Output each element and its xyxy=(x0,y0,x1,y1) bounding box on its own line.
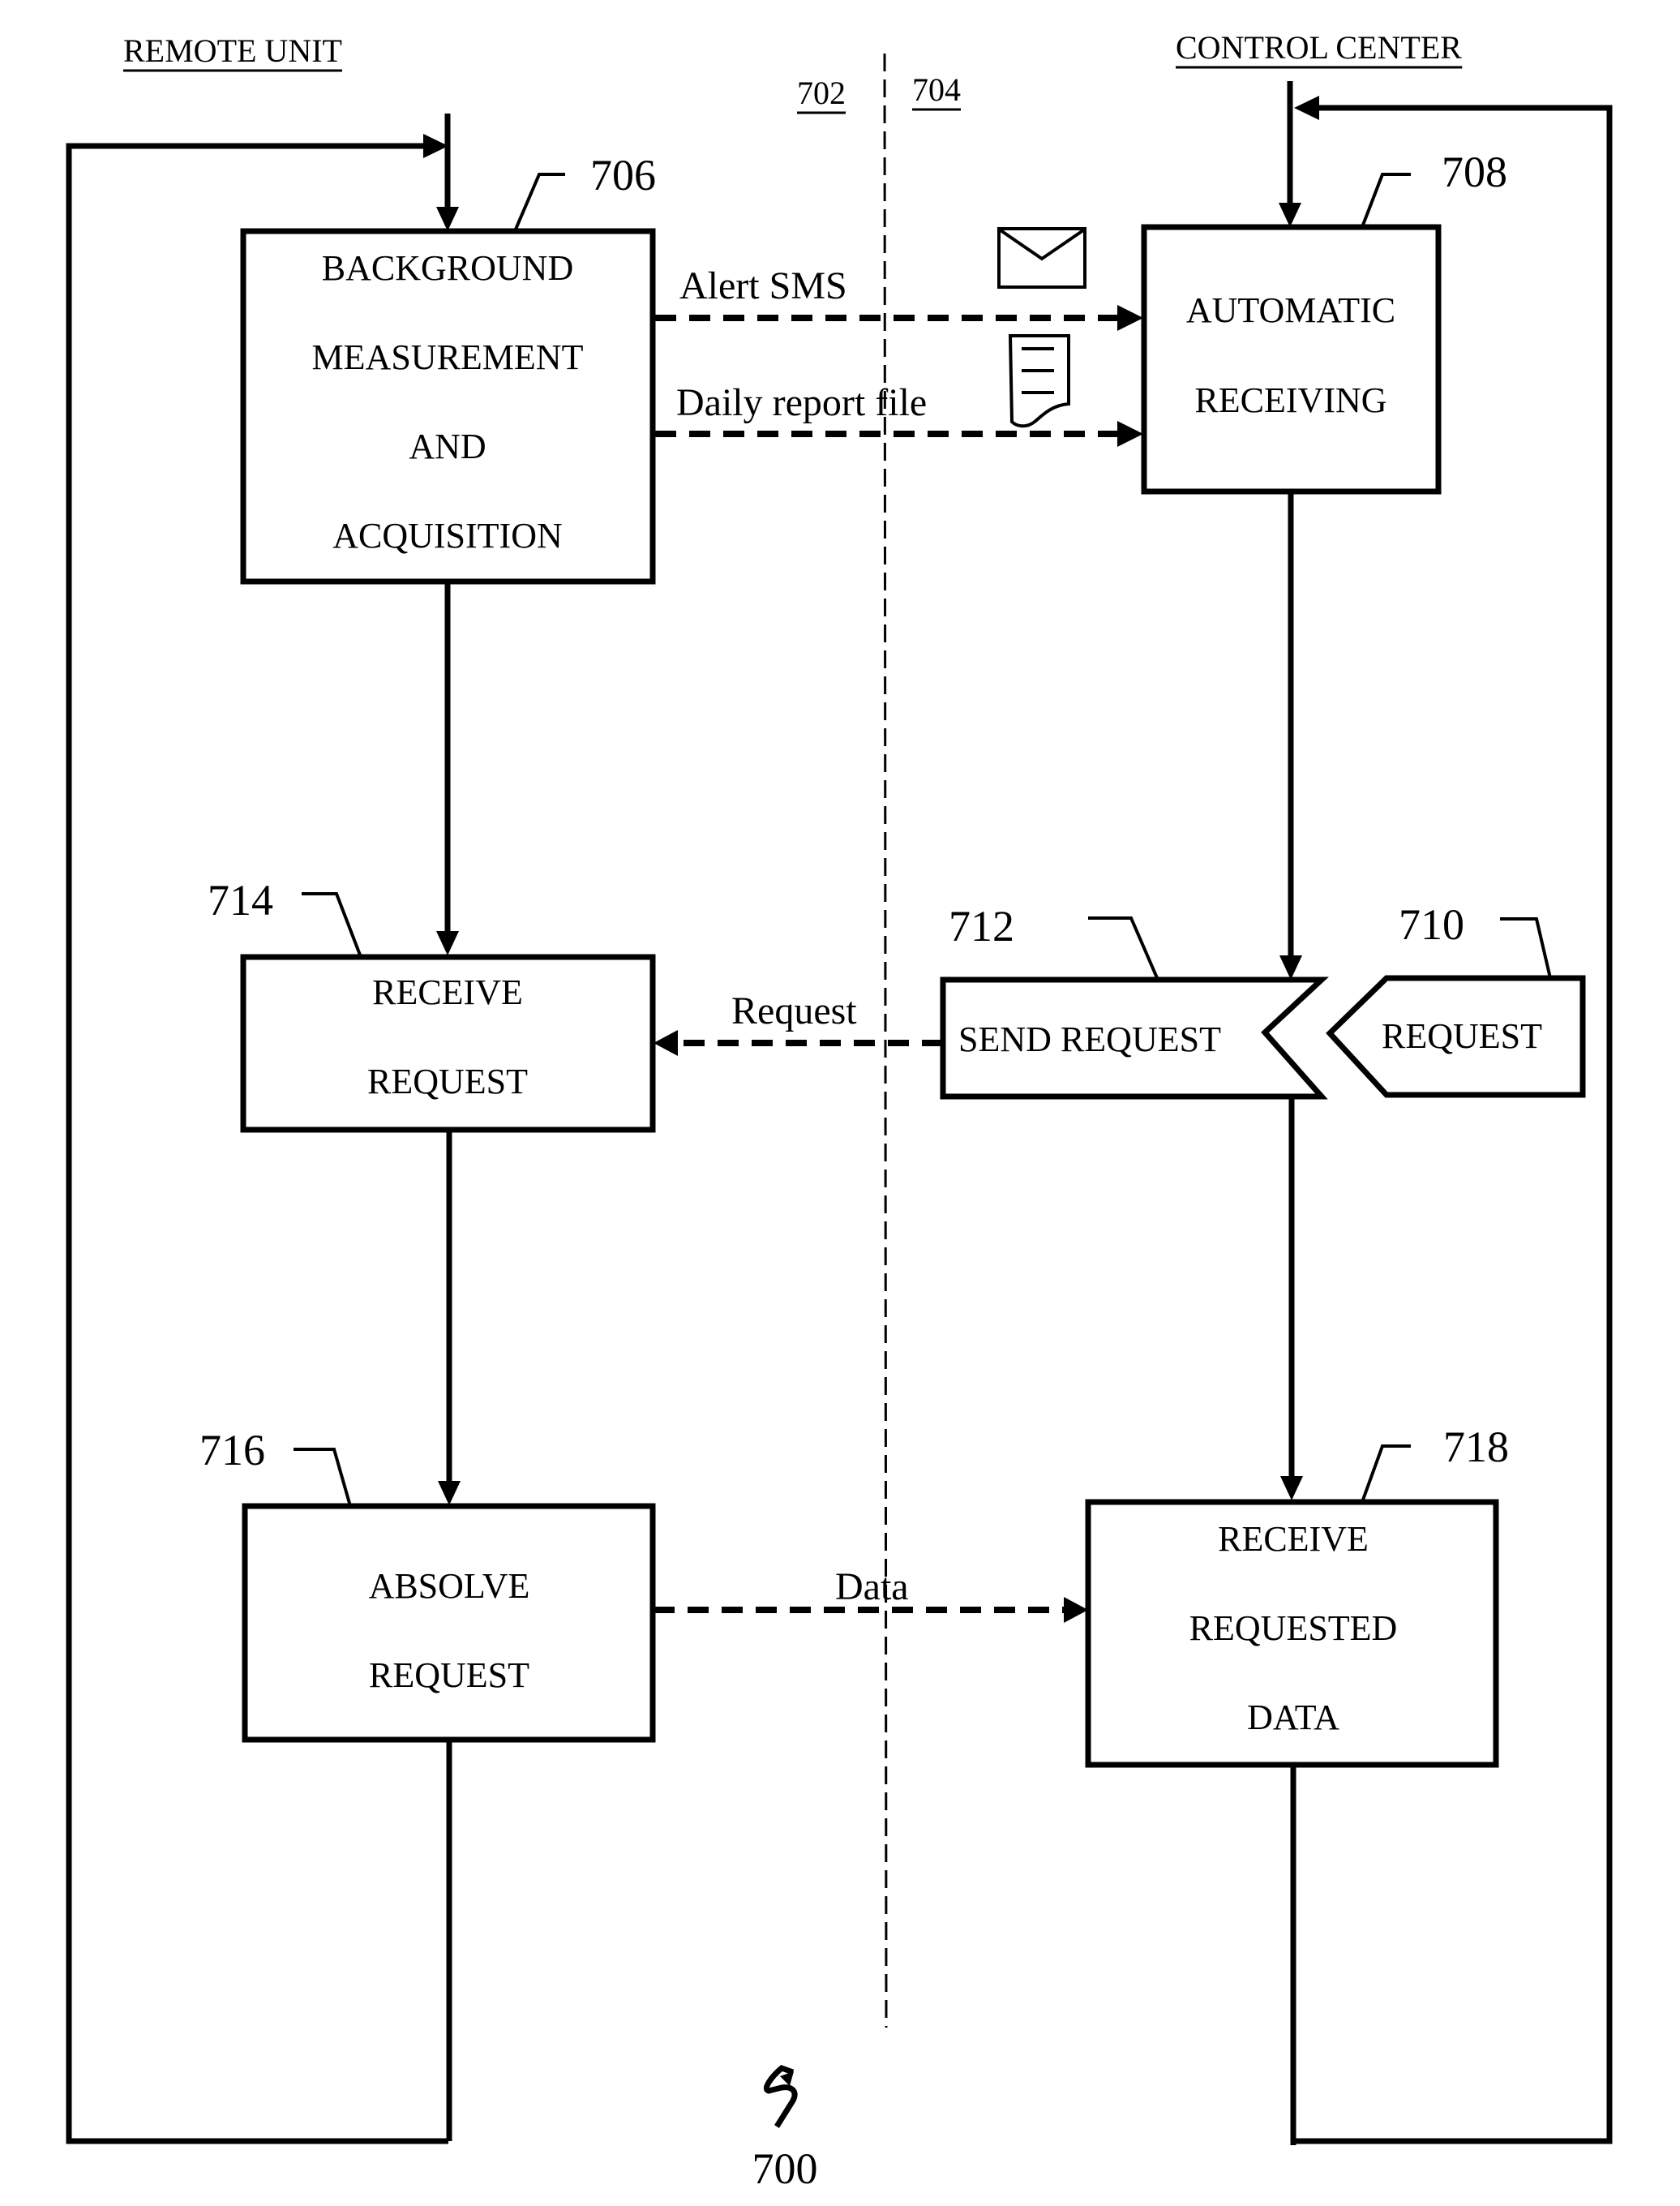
control-loop-arrowhead xyxy=(1294,96,1319,120)
node-718-ref: 718 xyxy=(1443,1423,1509,1471)
node-716-leader xyxy=(294,1448,352,1507)
node-708-box xyxy=(1141,224,1442,495)
node-710-leader xyxy=(1500,917,1552,979)
node-718-line-1: RECEIVE xyxy=(1218,1519,1369,1559)
figure-squiggle-arrowhead xyxy=(780,2071,794,2086)
control-entry-arrowhead xyxy=(1279,203,1301,227)
data-label: Data xyxy=(835,1565,909,1608)
edge-706-714-arrowhead xyxy=(436,931,459,955)
envelope-icon xyxy=(997,227,1086,289)
edge-708-712-arrowhead xyxy=(1279,955,1302,980)
node-706-line-2: MEASUREMENT xyxy=(312,337,584,377)
node-708-leader xyxy=(1361,173,1411,228)
request-arrowhead xyxy=(654,1030,678,1056)
node-708-ref: 708 xyxy=(1442,148,1507,196)
node-708-line-2: RECEIVING xyxy=(1194,380,1386,420)
node-706-line-4: ACQUISITION xyxy=(332,516,563,556)
node-716-line-1: ABSOLVE xyxy=(369,1566,530,1606)
node-706-ref: 706 xyxy=(590,151,656,200)
alert-sms-label: Alert SMS xyxy=(679,264,847,307)
document-icon xyxy=(1008,334,1070,428)
node-712-ref: 712 xyxy=(949,902,1014,951)
lane-title-control-center: CONTROL CENTER xyxy=(1176,29,1462,66)
node-706-line-3: AND xyxy=(409,427,486,466)
daily-report-arrowhead xyxy=(1117,421,1143,447)
node-714-ref: 714 xyxy=(208,876,273,925)
data-arrowhead xyxy=(1064,1597,1088,1623)
node-706-leader xyxy=(513,173,565,232)
edge-714-716-arrowhead xyxy=(438,1481,461,1505)
lane-divider xyxy=(883,53,888,2028)
node-716-line-2: REQUEST xyxy=(369,1655,529,1695)
request-label: Request xyxy=(731,989,857,1032)
edge-712-718-arrowhead xyxy=(1280,1476,1303,1500)
node-712-leader xyxy=(1088,916,1159,981)
node-716-box xyxy=(242,1503,656,1743)
node-710-label: REQUEST xyxy=(1382,1016,1542,1056)
daily-report-label: Daily report file xyxy=(676,381,927,424)
node-714-line-1: RECEIVE xyxy=(372,972,523,1012)
flow-diagram: REMOTE UNIT CONTROL CENTER 702 704 BACKG… xyxy=(66,29,1613,2193)
node-708-line-1: AUTOMATIC xyxy=(1186,290,1395,330)
node-718-line-3: DATA xyxy=(1247,1697,1339,1737)
alert-sms-arrowhead xyxy=(1117,305,1143,331)
node-714-line-2: REQUEST xyxy=(367,1062,528,1101)
lane-title-remote-unit: REMOTE UNIT xyxy=(123,32,342,69)
lane-ref-702: 702 xyxy=(797,75,846,111)
node-710-ref: 710 xyxy=(1399,900,1464,949)
remote-entry-arrowhead xyxy=(436,207,459,231)
node-712-label: SEND REQUEST xyxy=(958,1019,1221,1059)
figure-number: 700 xyxy=(752,2144,818,2193)
node-716-ref: 716 xyxy=(199,1426,265,1474)
node-706-line-1: BACKGROUND xyxy=(322,248,573,288)
lane-ref-704: 704 xyxy=(912,71,961,108)
node-718-line-2: REQUESTED xyxy=(1189,1608,1398,1648)
node-718-leader xyxy=(1361,1444,1411,1503)
node-714-leader xyxy=(302,892,362,958)
remote-loop-arrowhead xyxy=(423,134,448,158)
